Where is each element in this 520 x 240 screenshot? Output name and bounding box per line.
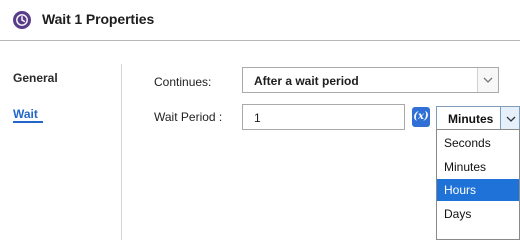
header-divider bbox=[0, 40, 520, 41]
clock-icon bbox=[13, 11, 31, 29]
chevron-down-icon[interactable] bbox=[477, 68, 498, 92]
variable-button[interactable]: (x) bbox=[412, 107, 430, 127]
chevron-down-icon[interactable] bbox=[500, 107, 519, 129]
option-minutes[interactable]: Minutes bbox=[437, 156, 519, 178]
continues-label: Continues: bbox=[154, 75, 212, 89]
nav-item-general[interactable]: General bbox=[13, 71, 58, 85]
nav-active-indicator bbox=[13, 121, 43, 123]
continues-select-value: After a wait period bbox=[254, 74, 359, 88]
properties-header: Wait 1 Properties bbox=[0, 0, 520, 42]
option-seconds[interactable]: Seconds bbox=[437, 132, 519, 154]
wait-period-input[interactable]: 1 bbox=[242, 104, 405, 130]
option-days[interactable]: Days bbox=[437, 203, 519, 225]
wait-unit-dropdown: Seconds Minutes Hours Days bbox=[436, 129, 520, 240]
wait-unit-select[interactable]: Minutes bbox=[436, 106, 520, 130]
wait-unit-value: Minutes bbox=[448, 112, 494, 126]
continues-select[interactable]: After a wait period bbox=[242, 67, 499, 93]
page-title: Wait 1 Properties bbox=[42, 11, 155, 27]
option-hours[interactable]: Hours bbox=[437, 179, 519, 201]
nav-item-wait[interactable]: Wait bbox=[13, 107, 38, 121]
wait-period-label: Wait Period : bbox=[154, 110, 223, 124]
nav-divider bbox=[121, 64, 122, 240]
wait-period-value: 1 bbox=[254, 111, 261, 125]
